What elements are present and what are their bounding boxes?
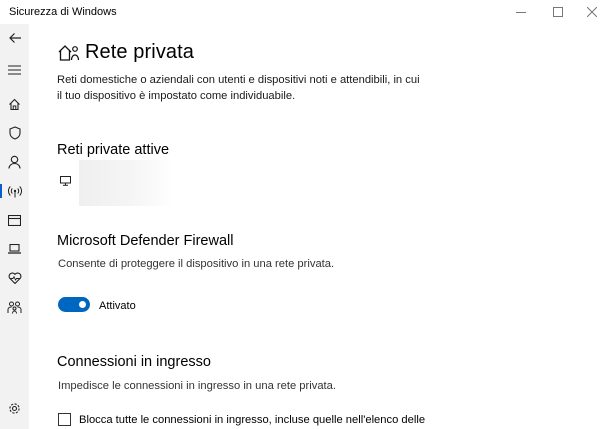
window-title: Sicurezza di Windows — [9, 6, 117, 18]
minimize-button[interactable] — [503, 0, 539, 24]
firewall-description: Consente di proteggere il dispositivo in… — [58, 258, 335, 270]
incoming-connections-description: Impedisce le connessioni in ingresso in … — [58, 380, 336, 392]
maximize-button[interactable] — [540, 0, 576, 24]
sidebar-item-app-browser[interactable] — [0, 206, 29, 234]
menu-button[interactable] — [0, 56, 29, 84]
shield-icon — [8, 126, 21, 140]
main-content: Rete privata Reti domestiche o aziendali… — [29, 24, 610, 429]
account-icon — [8, 155, 21, 169]
sidebar-item-device-health[interactable] — [0, 264, 29, 292]
sidebar-item-virus-protection[interactable] — [0, 119, 29, 147]
network-icon — [7, 185, 22, 198]
family-icon — [7, 301, 22, 314]
page-description: Reti domestiche o aziendali con utenti e… — [57, 74, 420, 102]
sidebar-item-account-protection[interactable] — [0, 148, 29, 176]
minimize-icon — [516, 7, 526, 17]
close-icon — [587, 7, 597, 17]
sidebar-item-home[interactable] — [0, 90, 29, 118]
block-incoming-label: Blocca tutte le connessioni in ingresso,… — [79, 414, 426, 426]
home-icon — [8, 98, 21, 111]
sidebar-item-device-security[interactable] — [0, 235, 29, 263]
sidebar-item-firewall-network[interactable] — [0, 177, 29, 205]
app-browser-icon — [8, 214, 21, 226]
firewall-toggle[interactable] — [58, 297, 90, 312]
sidebar-item-family-options[interactable] — [0, 293, 29, 321]
back-icon — [8, 32, 22, 44]
health-icon — [8, 272, 22, 284]
active-network-name-redacted — [79, 160, 175, 206]
firewall-heading: Microsoft Defender Firewall — [57, 233, 234, 249]
settings-icon — [8, 402, 21, 415]
toggle-knob — [79, 301, 86, 308]
device-security-icon — [8, 244, 21, 254]
private-network-icon — [58, 44, 80, 62]
back-button[interactable] — [0, 24, 29, 52]
block-incoming-checkbox[interactable] — [58, 413, 71, 426]
menu-icon — [8, 65, 21, 75]
maximize-icon — [553, 7, 563, 17]
sidebar-item-settings[interactable] — [0, 394, 29, 422]
page-title: Rete privata — [85, 41, 195, 63]
incoming-connections-heading: Connessioni in ingresso — [57, 354, 211, 370]
active-networks-heading: Reti private attive — [57, 142, 170, 158]
title-bar: Sicurezza di Windows — [0, 0, 610, 24]
firewall-toggle-label: Attivato — [99, 300, 136, 312]
network-computer-icon — [60, 176, 72, 186]
sidebar — [0, 24, 29, 429]
close-button[interactable] — [574, 0, 610, 24]
